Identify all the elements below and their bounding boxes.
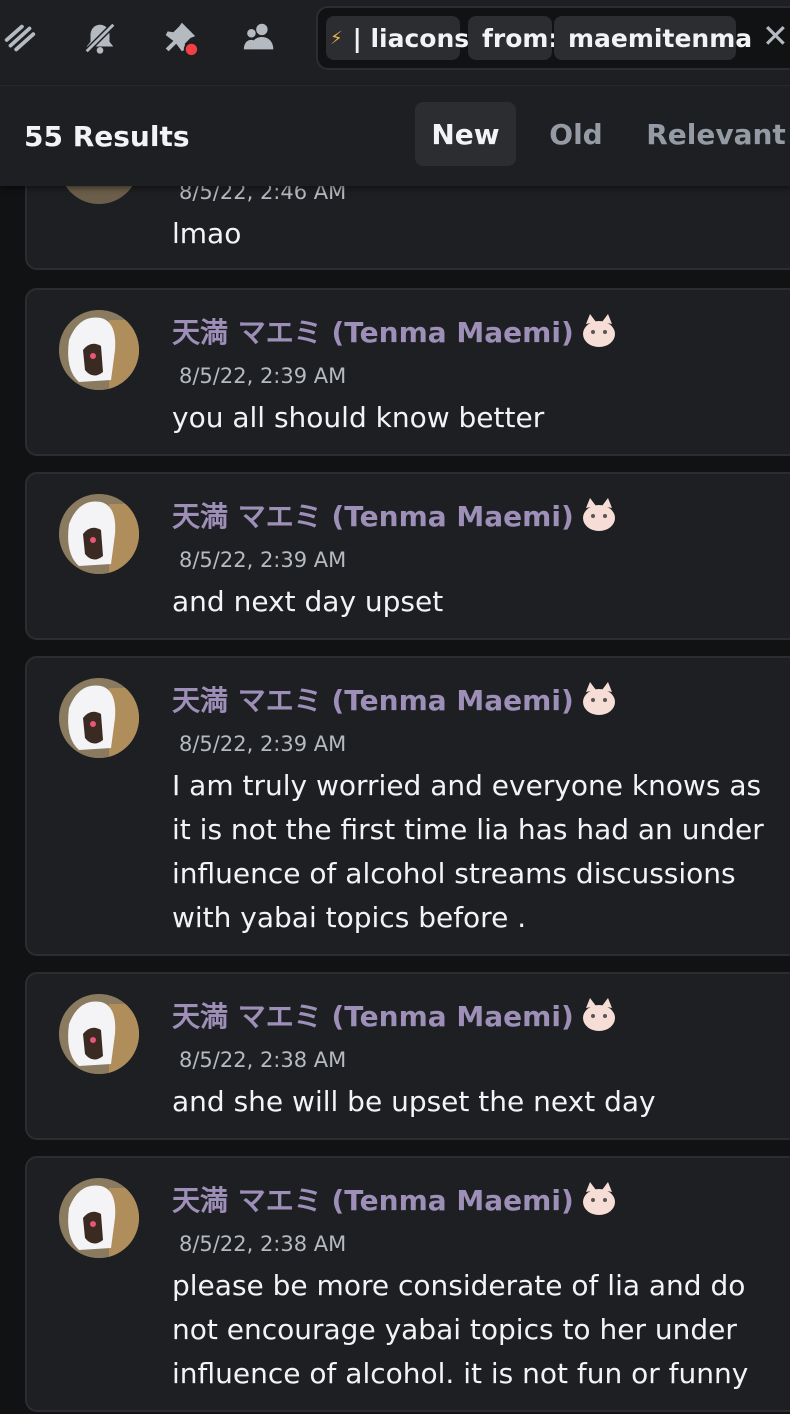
channel-icon: ⚡ bbox=[330, 27, 343, 49]
from-filter-value[interactable]: maemitenma bbox=[554, 16, 752, 60]
message-timestamp: 8/5/22, 2:38 AM bbox=[179, 1232, 347, 1256]
search-result-message[interactable]: 天満 マエミ (Tenma Maemi) 8/5/22, 2:38 AM ple… bbox=[25, 1156, 790, 1412]
message-content: and next day upset bbox=[172, 580, 772, 624]
author-avatar[interactable] bbox=[59, 994, 139, 1074]
mute-bell-icon[interactable] bbox=[80, 18, 120, 58]
sort-tab-new[interactable]: New bbox=[415, 102, 516, 166]
message-line: and she will be upset the next day bbox=[172, 1085, 656, 1118]
message-content: lmao bbox=[172, 212, 772, 256]
message-line: with yabai topics before . bbox=[172, 901, 527, 934]
message-line: please be more considerate of lia and do bbox=[172, 1269, 746, 1302]
message-line: I am truly worried and everyone knows as bbox=[172, 769, 762, 802]
message-line: it is not the first time lia has had an … bbox=[172, 813, 764, 846]
message-timestamp: 8/5/22, 2:39 AM bbox=[179, 548, 347, 572]
author-name[interactable]: 天満 マエミ (Tenma Maemi) bbox=[172, 1178, 620, 1219]
from-filter-label[interactable]: from: bbox=[468, 16, 558, 60]
search-result-message[interactable]: 天満 マエミ (Tenma Maemi) 8/5/22, 2:39 AM you… bbox=[25, 288, 790, 456]
sort-tab-old[interactable]: Old bbox=[530, 102, 622, 166]
message-timestamp: 8/5/22, 2:39 AM bbox=[179, 732, 347, 756]
results-count: 55 Results bbox=[24, 120, 190, 153]
cat-emoji-icon bbox=[578, 310, 620, 350]
close-search-icon[interactable]: ✕ bbox=[762, 18, 789, 54]
author-name[interactable]: 天満 マエミ (Tenma Maemi) bbox=[172, 994, 620, 1035]
author-avatar[interactable] bbox=[59, 310, 139, 390]
search-result-message[interactable]: 天満 マエミ (Tenma Maemi) 8/5/22, 2:39 AM and… bbox=[25, 472, 790, 640]
results-header: 55 Results New Old Relevant bbox=[0, 86, 790, 186]
author-name[interactable]: 天満 マエミ (Tenma Maemi) bbox=[172, 678, 620, 719]
members-icon[interactable] bbox=[240, 18, 280, 58]
cat-emoji-icon bbox=[578, 678, 620, 718]
message-line: and next day upset bbox=[172, 585, 444, 618]
search-result-message[interactable]: 天満 マエミ (Tenma Maemi) 8/5/22, 2:39 AM I a… bbox=[25, 656, 790, 956]
search-result-message[interactable]: 天満 マエミ (Tenma Maemi) 8/5/22, 2:38 AM and… bbox=[25, 972, 790, 1140]
threads-icon[interactable] bbox=[0, 18, 40, 58]
message-content: please be more considerate of lia and do… bbox=[172, 1264, 772, 1396]
author-avatar[interactable] bbox=[59, 1178, 139, 1258]
channel-toolbar: ⚡ | liacons from: maemitenma ✕ bbox=[0, 0, 790, 86]
author-name[interactable]: 天満 マエミ (Tenma Maemi) bbox=[172, 494, 620, 535]
message-content: you all should know better bbox=[172, 396, 772, 440]
message-content: and she will be upset the next day bbox=[172, 1080, 772, 1124]
author-avatar[interactable] bbox=[59, 678, 139, 758]
message-timestamp: 8/5/22, 2:39 AM bbox=[179, 364, 347, 388]
channel-filter-value: | liacons bbox=[352, 23, 470, 53]
cat-emoji-icon bbox=[578, 1178, 620, 1218]
message-content: I am truly worried and everyone knows as… bbox=[172, 764, 772, 940]
channel-filter-chip[interactable]: ⚡ | liacons bbox=[326, 16, 469, 60]
author-name[interactable]: 天満 マエミ (Tenma Maemi) bbox=[172, 310, 620, 351]
search-bar[interactable]: ⚡ | liacons from: maemitenma bbox=[316, 6, 790, 70]
cat-emoji-icon bbox=[578, 494, 620, 534]
author-avatar[interactable] bbox=[59, 494, 139, 574]
message-line: influence of alcohol. it is not fun or f… bbox=[172, 1357, 749, 1390]
pin-icon[interactable] bbox=[160, 18, 200, 58]
message-line: influence of alcohol streams discussions bbox=[172, 857, 736, 890]
sort-tab-relevant[interactable]: Relevant bbox=[640, 102, 790, 166]
message-timestamp: 8/5/22, 2:46 AM bbox=[179, 186, 347, 204]
search-result-message[interactable]: 8/5/22, 2:46 AM lmao bbox=[25, 186, 790, 270]
message-timestamp: 8/5/22, 2:38 AM bbox=[179, 1048, 347, 1072]
author-avatar[interactable] bbox=[59, 186, 139, 204]
message-line: lmao bbox=[172, 217, 242, 250]
search-results-list: 8/5/22, 2:46 AM lmao 天満 マエミ (Tenma Maemi… bbox=[0, 186, 790, 1414]
message-line: not encourage yabai topics to her under bbox=[172, 1313, 737, 1346]
message-line: you all should know better bbox=[172, 401, 545, 434]
cat-emoji-icon bbox=[578, 994, 620, 1034]
